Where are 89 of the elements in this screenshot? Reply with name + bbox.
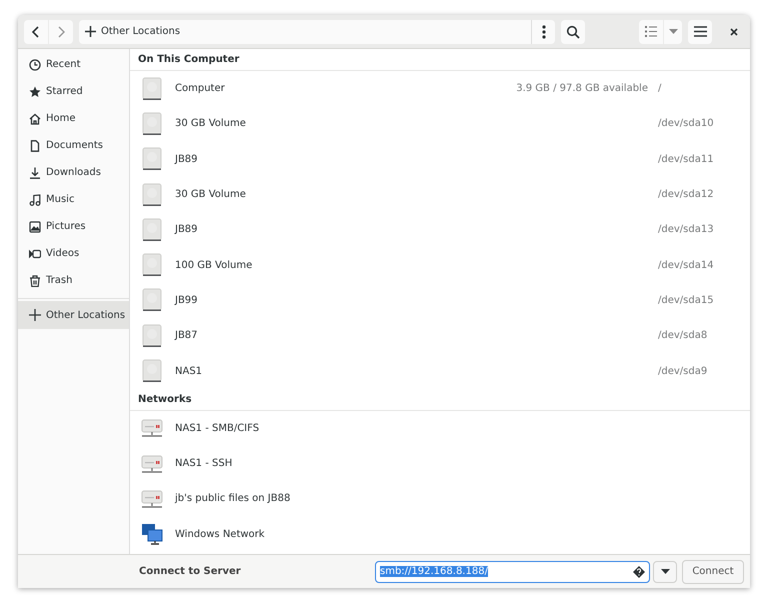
drive-icon: [141, 182, 163, 207]
device-path: /dev/sda11: [657, 154, 715, 165]
location-row[interactable]: Windows Network: [130, 516, 750, 552]
location-name: 30 GB Volume: [175, 118, 247, 130]
location-name: JB89: [175, 224, 199, 236]
documents-icon: [29, 140, 41, 152]
location-row[interactable]: 30 GB Volume /dev/sda10: [130, 106, 750, 142]
device-path: /dev/sda12: [657, 189, 715, 200]
location-row[interactable]: 100 GB Volume /dev/sda14: [130, 247, 750, 283]
help-icon: [633, 566, 645, 578]
location-name: 100 GB Volume: [175, 260, 254, 271]
drive-icon: [141, 288, 163, 312]
drive-icon: [141, 324, 163, 348]
location-name: NAS1 - SSH: [175, 458, 234, 470]
sidebar-item[interactable]: Pictures: [18, 213, 129, 240]
network-server-icon: [141, 454, 163, 474]
list-icon: [645, 26, 657, 37]
location-name: 30 GB Volume: [175, 189, 247, 200]
location-row[interactable]: JB87 /dev/sda8: [130, 318, 750, 354]
videos-icon: [29, 248, 41, 260]
connect-button[interactable]: Connect: [682, 560, 744, 584]
sidebar-item[interactable]: Videos: [18, 240, 129, 267]
location-row[interactable]: 30 GB Volume /dev/sda12: [130, 176, 750, 212]
music-icon: [29, 194, 41, 206]
location-row[interactable]: jb's public files on JB88: [130, 481, 750, 517]
menu-button[interactable]: [688, 20, 712, 44]
list-view-button[interactable]: [639, 20, 663, 44]
caret-icon: [660, 569, 670, 574]
location-row[interactable]: NAS1 - SMB/CIFS: [130, 410, 750, 446]
sidebar-item[interactable]: Recent: [18, 51, 129, 78]
sidebar-item[interactable]: Trash: [18, 267, 129, 294]
recent-icon: [29, 58, 41, 70]
drive-icon: [141, 218, 163, 242]
space-info: 3.9 GB / 97.8 GB available: [515, 83, 648, 94]
drive-icon: [141, 76, 163, 101]
close-icon: [730, 28, 738, 36]
connect-label: Connect to Server: [139, 566, 242, 577]
location-name: jb's public files on JB88: [175, 493, 292, 504]
search-button[interactable]: [561, 20, 585, 44]
trash-icon: [29, 274, 41, 286]
location-name: JB99: [175, 294, 199, 306]
server-history-button[interactable]: [653, 560, 677, 582]
plus-icon: [85, 26, 96, 37]
network-server-icon: [141, 488, 163, 509]
network-server-icon: [141, 418, 163, 438]
sidebar-item[interactable]: Music: [18, 186, 129, 213]
plus-icon: [29, 309, 41, 321]
drive-icon: [141, 359, 163, 384]
device-path: /dev/sda13: [657, 224, 715, 236]
location-name: JB89: [175, 154, 199, 165]
sidebar-item[interactable]: Home: [18, 105, 129, 132]
search-icon: [566, 24, 580, 38]
device-path: /: [657, 83, 662, 94]
location-row[interactable]: JB89 /dev/sda11: [130, 142, 750, 177]
location-row[interactable]: JB99 /dev/sda15: [130, 282, 750, 318]
back-button[interactable]: [24, 20, 48, 44]
section-heading: Networks: [130, 388, 750, 411]
location-row[interactable]: NAS1 /dev/sda9: [130, 353, 750, 389]
view-options-button[interactable]: [664, 20, 682, 44]
location-name: Computer: [175, 83, 226, 94]
device-path: /dev/sda14: [657, 260, 715, 271]
sidebar-item[interactable]: Documents: [18, 132, 129, 159]
caret-icon: [668, 29, 678, 34]
starred-icon: [29, 86, 41, 98]
downloads-icon: [29, 166, 41, 178]
vertical-dots-icon: [542, 24, 546, 38]
location-name: Windows Network: [175, 528, 266, 540]
location-name: NAS1: [175, 366, 204, 377]
device-path: /dev/sda9: [657, 366, 708, 377]
pictures-icon: [29, 220, 41, 232]
drive-icon: [141, 147, 163, 172]
drive-icon: [141, 253, 163, 278]
menu-icon: [694, 26, 706, 37]
device-path: /dev/sda8: [657, 330, 708, 342]
home-icon: [29, 112, 41, 124]
location-row[interactable]: JB89 /dev/sda13: [130, 212, 750, 248]
sidebar-item[interactable]: Other Locations: [18, 301, 129, 329]
sidebar-item[interactable]: Downloads: [18, 159, 129, 186]
device-path: /dev/sda10: [657, 118, 715, 130]
drive-icon: [141, 112, 163, 136]
section-heading: On This Computer: [130, 49, 750, 71]
location-name: JB87: [175, 330, 199, 342]
device-path: /dev/sda15: [657, 294, 715, 306]
location-name: NAS1 - SMB/CIFS: [175, 422, 260, 434]
server-address-field[interactable]: smb://192.168.8.188/: [375, 560, 650, 582]
network-computers-icon: [141, 523, 163, 546]
sidebar-item[interactable]: Starred: [18, 78, 129, 105]
location-row[interactable]: Computer 3.9 GB / 97.8 GB available /: [130, 71, 750, 106]
location-row[interactable]: NAS1 - SSH: [130, 446, 750, 482]
